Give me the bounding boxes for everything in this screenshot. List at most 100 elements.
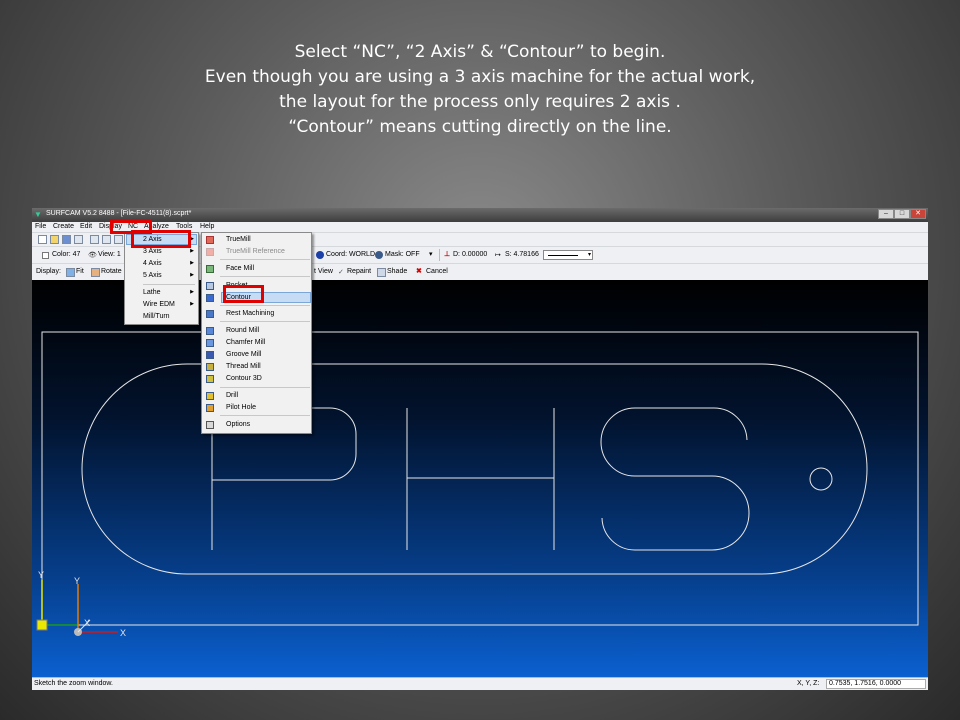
mask-label[interactable]: Mask: OFF <box>385 251 420 258</box>
sub-item-pilot-hole[interactable]: Pilot Hole <box>202 402 311 413</box>
menu-separator <box>220 259 310 260</box>
menu-edit[interactable]: Edit <box>80 222 92 232</box>
two-axis-submenu: TrueMill TrueMill Reference Face Mill Po… <box>201 232 312 434</box>
shade-button[interactable]: Shade <box>387 268 407 275</box>
fit-button[interactable]: Fit <box>76 268 84 275</box>
copy-icon[interactable] <box>102 235 111 244</box>
chevron-right-icon: ▶ <box>190 272 194 278</box>
outline-slot <box>81 363 868 575</box>
nc-item-5-axis[interactable]: 5 Axis ▶ <box>143 270 198 281</box>
surfcam-logo-icon: ▼ <box>34 210 42 219</box>
nc-item-label: Mill/Turn <box>143 313 170 320</box>
toolbar-separator <box>439 249 440 261</box>
sub-item-truemill[interactable]: TrueMill <box>202 234 311 245</box>
nc-item-label: 4 Axis <box>143 260 162 267</box>
scale-icon: ↦ <box>495 252 501 259</box>
maximize-button[interactable]: □ <box>894 209 910 219</box>
save-icon[interactable] <box>62 235 71 244</box>
sub-item-label: Contour 3D <box>226 375 262 382</box>
slide-caption: Select “NC”, “2 Axis” & “Contour” to beg… <box>0 40 960 140</box>
sub-item-groove-mill[interactable]: Groove Mill <box>202 349 311 360</box>
paste-icon[interactable] <box>114 235 123 244</box>
line-style-select[interactable]: ▾ <box>543 250 593 260</box>
truemill-icon <box>206 236 214 244</box>
sub-item-chamfer-mill[interactable]: Chamfer Mill <box>202 337 311 348</box>
sub-item-label: TrueMill Reference <box>226 248 285 255</box>
nc-item-label: Wire EDM <box>143 301 175 308</box>
rotate-button[interactable]: Rotate <box>101 268 122 275</box>
surfcam-window: ▼ SURFCAM V5.2 8488 - [File-FC-4511(8).s… <box>32 208 928 690</box>
sub-item-contour-3d[interactable]: Contour 3D <box>202 373 311 384</box>
nc-item-label: Lathe <box>143 289 161 296</box>
drill-icon <box>206 392 214 400</box>
menu-file[interactable]: File <box>35 222 46 232</box>
sub-item-options[interactable]: Options <box>202 419 311 430</box>
color-swatch[interactable] <box>42 252 49 259</box>
mask-dropdown-icon[interactable]: ▾ <box>429 250 433 258</box>
sub-item-rest-machining[interactable]: Rest Machining <box>202 308 311 319</box>
repaint-icon: ✓ <box>338 269 344 276</box>
menu-create[interactable]: Create <box>53 222 74 232</box>
menu-help[interactable]: Help <box>200 222 214 232</box>
view-eye-icon: 👁 <box>88 252 97 259</box>
two-axis-highlight-box <box>131 230 191 248</box>
axis-triad <box>36 580 118 636</box>
nc-item-label: 3 Axis <box>143 248 162 255</box>
nc-item-label: 5 Axis <box>143 272 162 279</box>
rest-machining-icon <box>206 310 214 318</box>
menu-separator <box>220 415 310 416</box>
menu-separator <box>220 387 310 388</box>
open-file-icon[interactable] <box>50 235 59 244</box>
view-label[interactable]: View: 1 <box>98 251 121 258</box>
cancel-button[interactable]: Cancel <box>426 268 448 275</box>
contour-icon <box>206 294 214 302</box>
sub-item-truemill-reference[interactable]: TrueMill Reference <box>202 246 311 257</box>
sub-item-label: Drill <box>226 392 239 399</box>
graphics-viewport[interactable]: Y Y X X <box>32 280 928 677</box>
last-view-button[interactable]: t View <box>314 268 333 275</box>
repaint-button[interactable]: Repaint <box>347 268 371 275</box>
sub-item-label: Pilot Hole <box>226 404 256 411</box>
sub-item-drill[interactable]: Drill <box>202 390 311 401</box>
color-label[interactable]: Color: 47 <box>52 251 80 258</box>
mask-icon <box>375 251 383 259</box>
chamfer-mill-icon <box>206 339 214 347</box>
chevron-right-icon: ▶ <box>190 301 194 307</box>
sub-item-label: Rest Machining <box>226 310 275 317</box>
sub-item-round-mill[interactable]: Round Mill <box>202 325 311 336</box>
shade-icon <box>377 268 386 277</box>
thread-mill-icon <box>206 363 214 371</box>
sub-item-thread-mill[interactable]: Thread Mill <box>202 361 311 372</box>
minimize-button[interactable]: – <box>878 209 894 219</box>
cancel-icon: ✖ <box>416 268 422 275</box>
rotate-icon <box>91 268 100 277</box>
caption-line-3: the layout for the process only requires… <box>279 92 681 112</box>
truemill-reference-icon <box>206 248 214 256</box>
title-bar: ▼ SURFCAM V5.2 8488 - [File-FC-4511(8).s… <box>32 208 928 222</box>
nc-item-mill-turn[interactable]: Mill/Turn <box>143 311 198 322</box>
coord-label[interactable]: Coord: WORLD <box>326 251 375 258</box>
depth-label[interactable]: D: 0.00000 <box>453 251 487 258</box>
nc-item-lathe[interactable]: Lathe ▶ <box>143 287 198 298</box>
close-button[interactable]: ✕ <box>910 209 926 219</box>
x-axis-label: X <box>84 618 90 628</box>
nc-item-wire-edm[interactable]: Wire EDM ▶ <box>143 299 198 310</box>
print-icon[interactable] <box>74 235 83 244</box>
menu-separator <box>220 305 310 306</box>
x-axis-label-2: X <box>120 628 126 638</box>
xyz-label: X, Y, Z: <box>797 680 820 687</box>
nc-item-4-axis[interactable]: 4 Axis ▶ <box>143 258 198 269</box>
sub-item-label: TrueMill <box>226 236 251 243</box>
fit-icon <box>66 268 75 277</box>
part-geometry: Y Y X X <box>36 331 919 638</box>
display-label: Display: <box>36 268 61 275</box>
contour-3d-icon <box>206 375 214 383</box>
y-axis-label-2: Y <box>74 576 80 586</box>
new-file-icon[interactable] <box>38 235 47 244</box>
pocket-icon <box>206 282 214 290</box>
sub-item-face-mill[interactable]: Face Mill <box>202 263 311 274</box>
chevron-right-icon: ▶ <box>190 260 194 266</box>
scale-label[interactable]: S: 4.78166 <box>505 251 539 258</box>
cut-icon[interactable] <box>90 235 99 244</box>
chevron-right-icon: ▶ <box>190 289 194 295</box>
